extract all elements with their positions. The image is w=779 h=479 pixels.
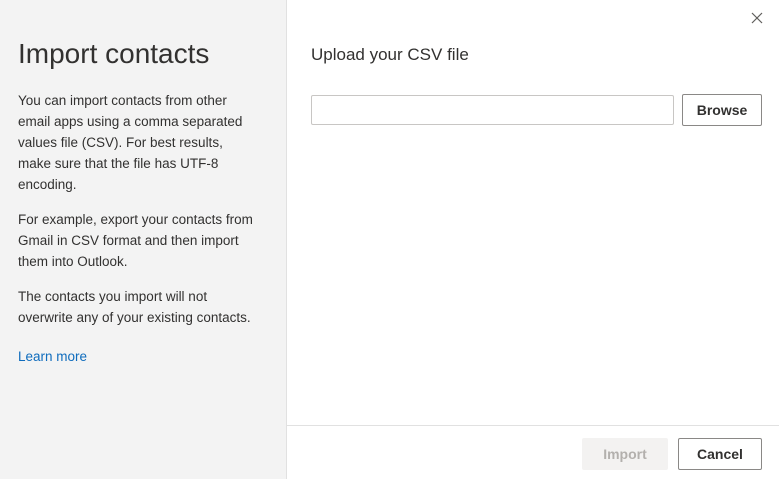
upload-pane: Upload your CSV file Browse Import Cance…	[287, 0, 779, 479]
import-button[interactable]: Import	[582, 438, 668, 470]
info-paragraph-csv: You can import contacts from other email…	[18, 93, 243, 192]
learn-more-link[interactable]: Learn more	[18, 346, 87, 367]
dialog-footer: Import Cancel	[287, 425, 779, 479]
close-icon	[751, 12, 763, 24]
info-paragraph-overwrite: The contacts you import will not overwri…	[18, 289, 251, 325]
csv-file-input[interactable]	[311, 95, 674, 125]
browse-button[interactable]: Browse	[682, 94, 762, 126]
dialog-title: Import contacts	[18, 38, 210, 69]
upload-title: Upload your CSV file	[311, 45, 469, 64]
info-paragraph-example: For example, export your contacts from G…	[18, 212, 253, 269]
import-contacts-dialog: Import contacts You can import contacts …	[0, 0, 779, 479]
info-pane: Import contacts You can import contacts …	[0, 0, 287, 479]
cancel-button[interactable]: Cancel	[678, 438, 762, 470]
close-button[interactable]	[747, 8, 767, 28]
